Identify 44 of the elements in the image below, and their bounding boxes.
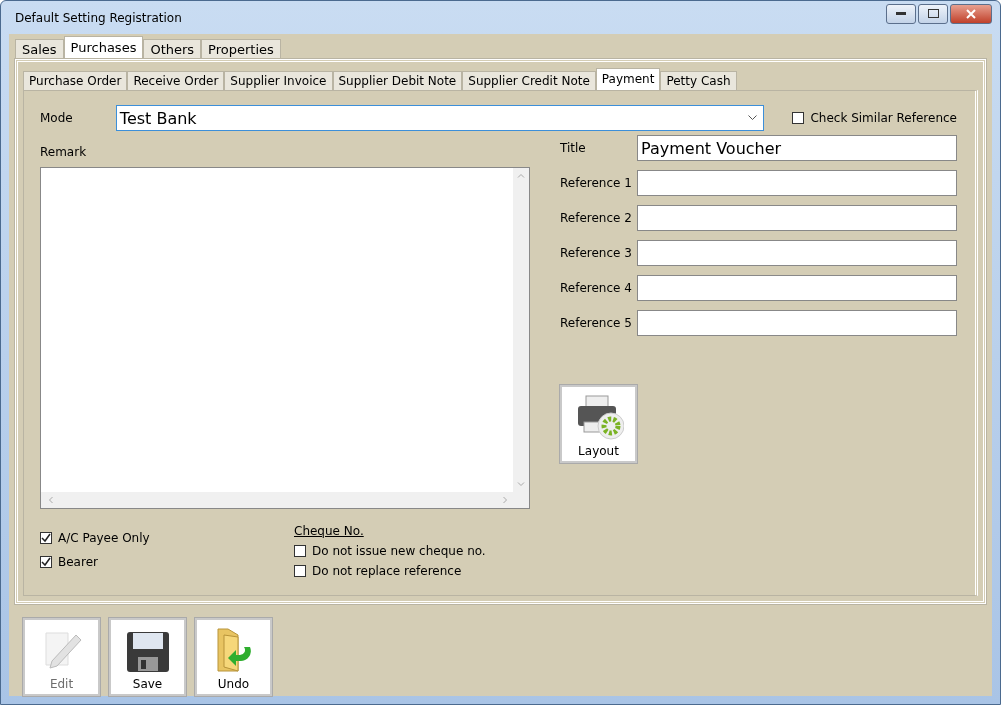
field-label: Reference 3 [560,246,633,260]
section-heading: Cheque No. [294,524,365,538]
checkbox[interactable]: Do not replace reference [294,564,486,578]
dropdown-field[interactable]: Test Bank [115,105,765,131]
minimize-icon [896,11,906,16]
tab[interactable]: Others [143,39,202,59]
field-label: Reference 4 [560,281,633,295]
input-field[interactable] [637,240,957,266]
tab[interactable]: Supplier Invoice [224,71,333,90]
chevron-down-icon [748,115,758,121]
tab[interactable]: Properties [201,39,281,59]
field-label: Reference 1 [560,176,633,190]
checkbox[interactable]: Check Similar Reference [792,111,957,125]
maximize-button[interactable] [918,3,948,24]
field-label: Reference 2 [560,211,633,225]
field-label: Reference 5 [560,316,633,330]
checkmark-icon [41,533,51,543]
checkbox[interactable]: Do not issue new cheque no. [294,544,486,558]
field-label: Mode [40,111,74,125]
field-label: Title [560,141,587,155]
layout-button[interactable]: Layout [560,385,637,463]
tab[interactable]: Purchase Order [23,71,128,90]
checkbox[interactable]: A/C Payee Only [40,531,294,545]
input-field[interactable] [637,310,957,336]
input-field[interactable] [637,170,957,196]
close-icon [966,8,976,19]
input-field[interactable] [637,275,957,301]
tab[interactable]: Sales [15,39,64,59]
tab[interactable]: Receive Order [127,71,225,90]
checkmark-icon [41,557,51,567]
input-field[interactable] [637,205,957,231]
save-button[interactable]: Save [109,618,186,696]
tab[interactable]: Petty Cash [660,71,737,90]
minimize-button[interactable] [886,3,916,24]
close-button[interactable] [950,3,992,24]
maximize-icon [927,9,939,18]
field-label: Remark [40,145,88,159]
tab[interactable]: Payment [595,68,661,90]
window-title: Default Setting Registration [15,10,182,25]
tab[interactable]: Supplier Credit Note [462,71,596,90]
input-field[interactable]: Payment Voucher [637,135,957,161]
checkbox[interactable]: Bearer [40,555,294,569]
undo-button[interactable]: Undo [195,618,272,696]
tab[interactable]: Supplier Debit Note [332,71,463,90]
